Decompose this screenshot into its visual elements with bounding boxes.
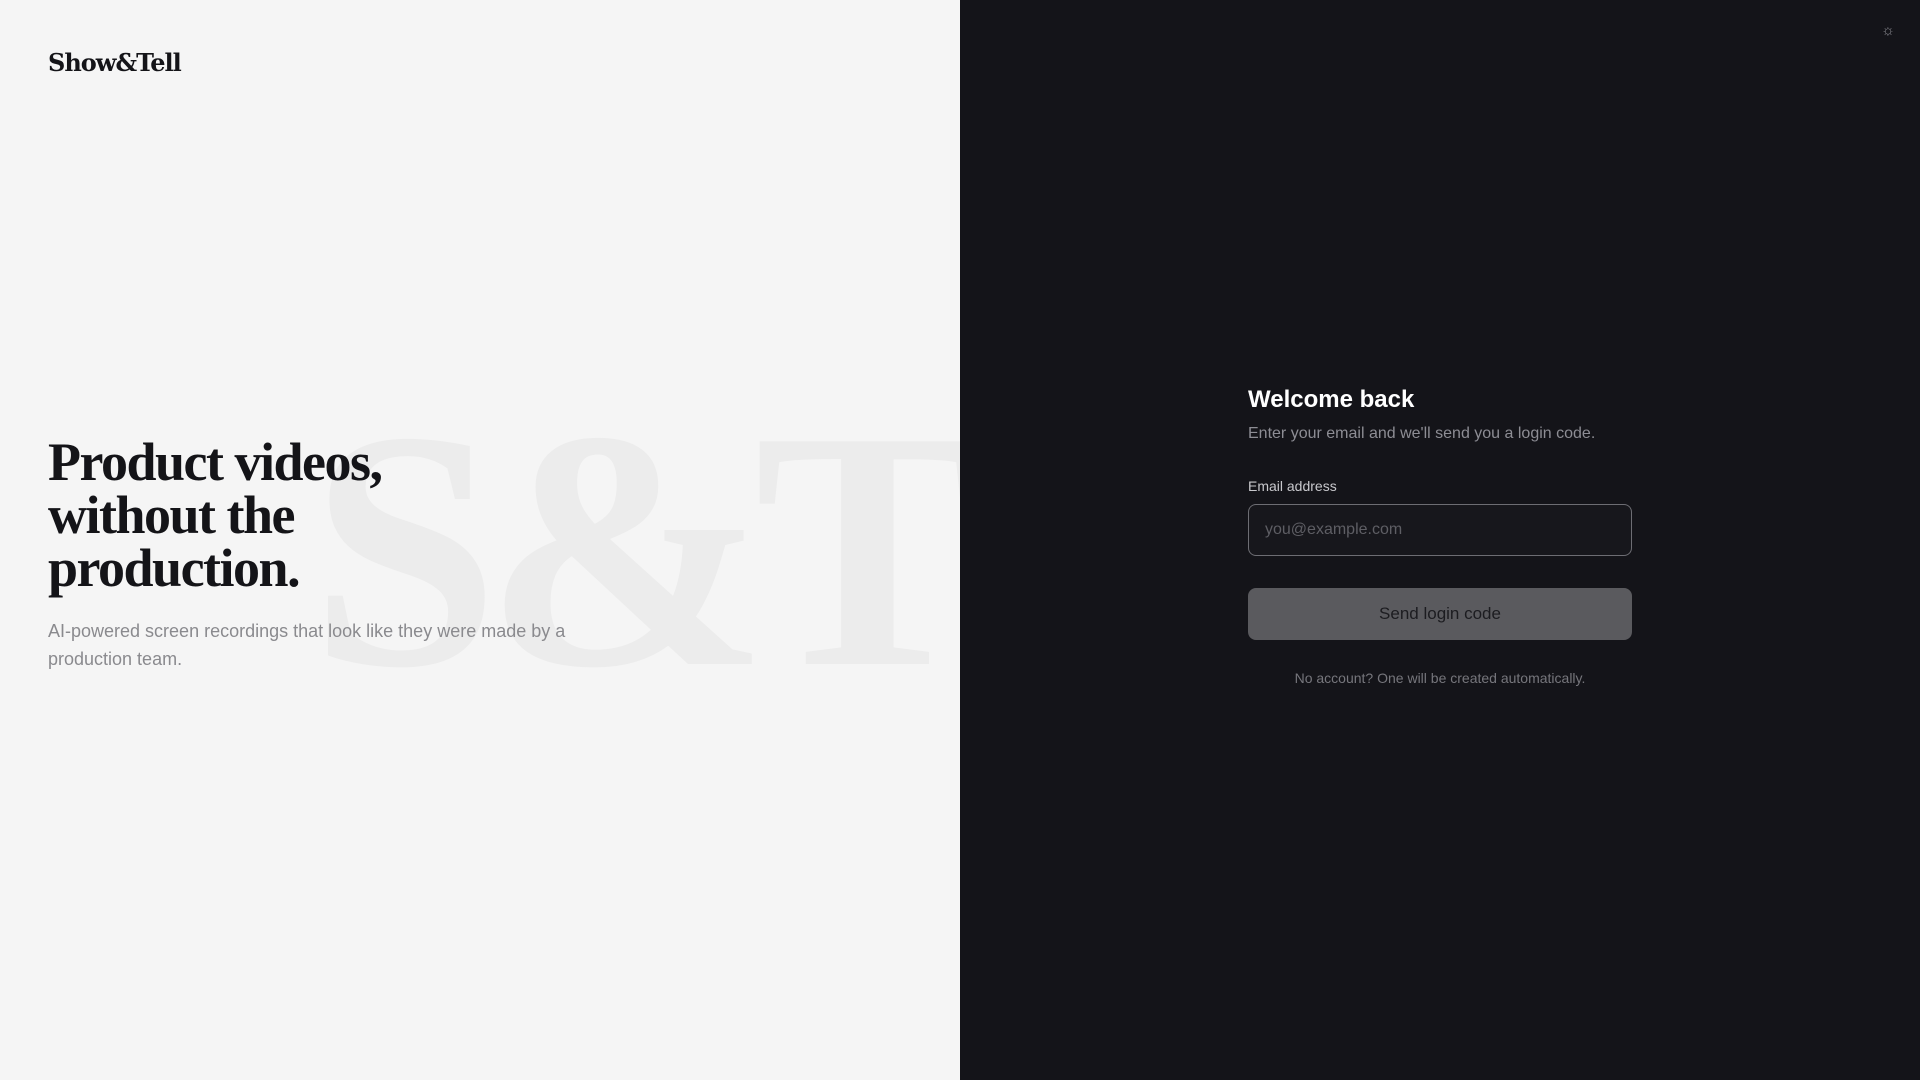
hero-section: Product videos, without the production. … [48, 432, 608, 673]
send-login-code-button[interactable]: Send login code [1248, 588, 1632, 640]
login-panel: ☼ Welcome back Enter your email and we'l… [960, 0, 1920, 1080]
login-title: Welcome back [1248, 386, 1415, 413]
email-field[interactable] [1248, 504, 1632, 556]
brand-logo[interactable]: Show&Tell [48, 48, 182, 77]
sun-icon: ☼ [1881, 21, 1895, 39]
hero-headline: Product videos, without the production. [48, 432, 608, 598]
login-form: Welcome back Enter your email and we'll … [1248, 384, 1632, 686]
marketing-panel: Show&Tell S&T Product videos, without th… [0, 0, 960, 1080]
hero-headline-line-2: without the [48, 485, 296, 545]
hero-headline-line-1: Product videos, [48, 432, 383, 492]
email-label: Email address [1248, 478, 1337, 494]
hero-headline-line-3: production. [48, 538, 301, 598]
auto-account-note: No account? One will be created automati… [1294, 670, 1586, 686]
theme-toggle-button[interactable]: ☼ [1878, 20, 1898, 40]
hero-subtext: AI-powered screen recordings that look l… [48, 621, 566, 669]
login-subtitle: Enter your email and we'll send you a lo… [1248, 425, 1596, 442]
